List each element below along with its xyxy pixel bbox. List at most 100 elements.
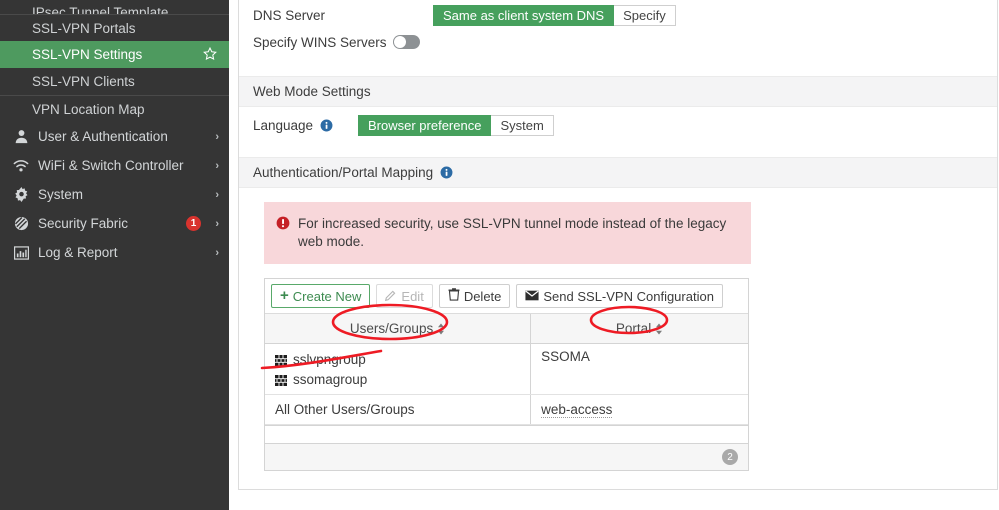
user-icon bbox=[10, 129, 32, 144]
sidebar-item-label: WiFi & Switch Controller bbox=[38, 158, 184, 173]
table-header-row: Users/Groups Portal bbox=[265, 314, 748, 344]
create-new-button[interactable]: + Create New bbox=[271, 284, 371, 308]
group-entry: ssomagroup bbox=[275, 369, 520, 389]
sidebar-item-ssl-vpn-settings[interactable]: SSL-VPN Settings bbox=[0, 41, 229, 68]
info-icon[interactable] bbox=[440, 166, 453, 179]
row-count-badge: 2 bbox=[722, 449, 738, 465]
portal-name: SSOMA bbox=[541, 349, 590, 364]
chevron-right-icon: › bbox=[215, 188, 219, 201]
language-system-button[interactable]: System bbox=[491, 114, 554, 136]
column-header-label: Portal bbox=[615, 321, 652, 336]
warning-text: For increased security, use SSL-VPN tunn… bbox=[298, 216, 727, 249]
table-body: sslvpngroup ssomagroup SSOMA All Other U… bbox=[265, 343, 748, 425]
specify-wins-servers-row: Specify WINS Servers bbox=[239, 28, 997, 56]
status-badge: 1 bbox=[186, 216, 201, 231]
security-warning-banner: For increased security, use SSL-VPN tunn… bbox=[264, 202, 751, 264]
language-browser-preference-button[interactable]: Browser preference bbox=[358, 114, 492, 136]
sidebar-item-log-report[interactable]: Log & Report › bbox=[0, 238, 229, 267]
mapping-table: Users/Groups Portal sslvpngroup ssomagro… bbox=[265, 314, 748, 425]
portal-link[interactable]: web-access bbox=[541, 402, 613, 418]
sidebar-item-vpn-location-map[interactable]: VPN Location Map bbox=[0, 95, 229, 122]
sidebar-item-system[interactable]: System › bbox=[0, 180, 229, 209]
group-name: sslvpngroup bbox=[293, 351, 366, 367]
fortigate-ssl-vpn-settings-screen: IPsec Tunnel Template SSL-VPN Portals SS… bbox=[0, 0, 999, 510]
chevron-right-icon: › bbox=[215, 159, 219, 172]
sidebar-item-wifi-switch-controller[interactable]: WiFi & Switch Controller › bbox=[0, 151, 229, 180]
group-grid-icon bbox=[275, 354, 287, 366]
sidebar-item-label: Security Fabric bbox=[38, 216, 129, 231]
table-footer: 2 bbox=[265, 443, 748, 470]
sidebar-item-ssl-vpn-portals[interactable]: SSL-VPN Portals bbox=[0, 14, 229, 41]
cell-users-groups: sslvpngroup ssomagroup bbox=[265, 343, 532, 395]
send-config-label: Send SSL-VPN Configuration bbox=[543, 288, 714, 304]
sidebar-item-label: IPsec Tunnel Template bbox=[32, 5, 169, 14]
pencil-icon bbox=[385, 289, 397, 304]
sidebar-item-label: SSL-VPN Portals bbox=[32, 20, 136, 36]
cell-users-groups: All Other Users/Groups bbox=[265, 394, 532, 425]
toggle-knob bbox=[393, 36, 406, 48]
dns-server-segmented-control[interactable]: Same as client system DNS Specify bbox=[433, 4, 676, 26]
section-title: Authentication/Portal Mapping bbox=[253, 165, 434, 180]
language-label: Language bbox=[253, 117, 314, 133]
sidebar-item-ssl-vpn-clients[interactable]: SSL-VPN Clients bbox=[0, 68, 229, 95]
all-other-users-label: All Other Users/Groups bbox=[275, 402, 415, 417]
sidebar-item-user-authentication[interactable]: User & Authentication › bbox=[0, 122, 229, 151]
cell-portal: SSOMA bbox=[530, 343, 748, 395]
dns-server-label: DNS Server bbox=[253, 7, 326, 23]
sort-arrows-icon[interactable] bbox=[655, 323, 663, 336]
group-grid-icon bbox=[275, 374, 287, 386]
send-ssl-vpn-configuration-button[interactable]: Send SSL-VPN Configuration bbox=[516, 284, 723, 308]
column-header-portal[interactable]: Portal bbox=[530, 314, 748, 344]
edit-label: Edit bbox=[401, 288, 424, 304]
sidebar-item-label: SSL-VPN Clients bbox=[32, 74, 135, 89]
auth-portal-mapping-header: Authentication/Portal Mapping bbox=[239, 157, 997, 188]
sidebar-item-ipsec-tunnel-template[interactable]: IPsec Tunnel Template bbox=[0, 0, 229, 14]
fabric-icon bbox=[10, 216, 32, 231]
chevron-right-icon: › bbox=[215, 217, 219, 230]
specify-wins-servers-toggle[interactable] bbox=[392, 35, 420, 49]
language-row: Language Browser preference System bbox=[239, 107, 997, 143]
sidebar-item-label: System bbox=[38, 187, 84, 202]
dns-specify-button[interactable]: Specify bbox=[614, 4, 676, 26]
table-head: Users/Groups Portal bbox=[265, 314, 748, 344]
envelope-icon bbox=[525, 289, 539, 304]
info-icon[interactable] bbox=[320, 119, 333, 132]
settings-card: DNS Server Same as client system DNS Spe… bbox=[238, 0, 998, 490]
error-icon bbox=[276, 216, 298, 235]
main-content: DNS Server Same as client system DNS Spe… bbox=[229, 0, 999, 510]
sidebar-item-security-fabric[interactable]: Security Fabric 1 › bbox=[0, 209, 229, 238]
sidebar-navigation: IPsec Tunnel Template SSL-VPN Portals SS… bbox=[0, 0, 229, 510]
trash-icon bbox=[448, 288, 460, 304]
group-name: ssomagroup bbox=[293, 371, 368, 387]
table-spacer-row bbox=[265, 425, 748, 443]
web-mode-settings-header: Web Mode Settings bbox=[239, 76, 997, 107]
language-label-wrap: Language bbox=[253, 118, 358, 133]
specify-wins-servers-label: Specify WINS Servers bbox=[253, 34, 387, 50]
delete-button[interactable]: Delete bbox=[438, 284, 511, 308]
wifi-icon bbox=[10, 159, 32, 173]
plus-icon: + bbox=[280, 287, 289, 304]
sidebar-item-label: User & Authentication bbox=[38, 129, 168, 144]
edit-button[interactable]: Edit bbox=[376, 284, 433, 308]
gear-icon bbox=[10, 187, 32, 202]
dns-server-row: DNS Server Same as client system DNS Spe… bbox=[239, 2, 997, 28]
create-new-label: Create New bbox=[292, 288, 362, 304]
favorite-star-icon[interactable] bbox=[203, 46, 217, 63]
sort-arrows-icon[interactable] bbox=[437, 323, 445, 336]
table-row[interactable]: All Other Users/Groups web-access bbox=[265, 394, 748, 425]
chevron-right-icon: › bbox=[215, 130, 219, 143]
sidebar-item-label: SSL-VPN Settings bbox=[32, 47, 143, 62]
column-header-users-groups[interactable]: Users/Groups bbox=[265, 314, 532, 344]
dns-same-as-client-button[interactable]: Same as client system DNS bbox=[433, 4, 615, 26]
chevron-right-icon: › bbox=[215, 246, 219, 259]
chart-icon bbox=[10, 245, 32, 260]
language-segmented-control[interactable]: Browser preference System bbox=[358, 114, 554, 136]
section-title: Web Mode Settings bbox=[253, 84, 371, 99]
column-header-label: Users/Groups bbox=[349, 321, 434, 336]
table-row[interactable]: sslvpngroup ssomagroup SSOMA bbox=[265, 343, 748, 395]
delete-label: Delete bbox=[463, 288, 502, 304]
sidebar-item-label: VPN Location Map bbox=[32, 101, 145, 117]
table-toolbar: + Create New Edit Delete Send SSL-VPN Co… bbox=[265, 279, 748, 314]
group-entry: sslvpngroup bbox=[275, 349, 520, 369]
cell-portal: web-access bbox=[530, 394, 748, 425]
